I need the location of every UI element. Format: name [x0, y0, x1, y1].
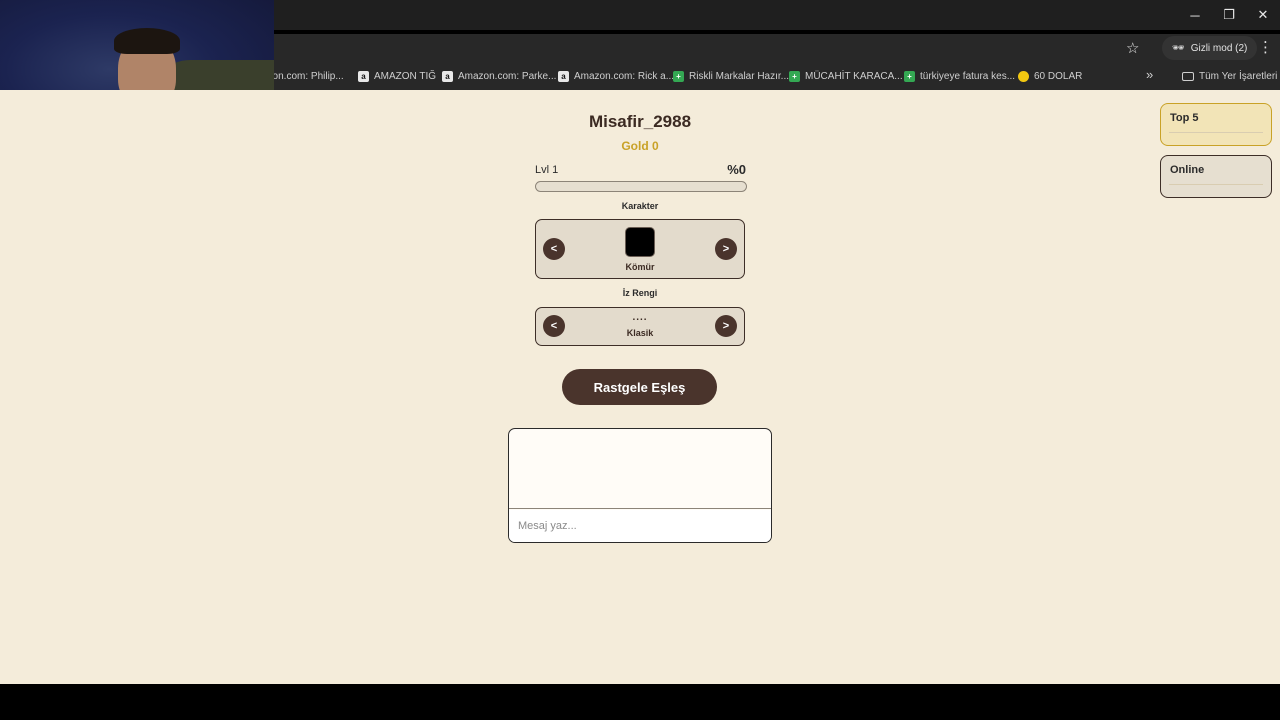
trail-preview: ....	[632, 312, 648, 323]
xp-progress-bar	[535, 181, 747, 192]
amazon-favicon-icon: a	[442, 70, 453, 82]
amazon-favicon-icon: a	[558, 70, 569, 82]
bookmark-item[interactable]: + Riskli Markalar Hazır...	[673, 68, 789, 84]
trail-section-label: İz Rengi	[622, 288, 658, 298]
bookmark-item[interactable]: a AMAZON TIĞ	[358, 68, 436, 84]
minimize-icon[interactable]: ─	[1178, 0, 1212, 30]
incognito-icon: 🕶	[1172, 42, 1185, 54]
character-name: Kömür	[625, 262, 655, 272]
character-prev-button[interactable]: <	[543, 238, 565, 260]
trail-selector: < .... Klasik >	[535, 307, 745, 346]
random-match-button[interactable]: Rastgele Eşleş	[562, 369, 717, 405]
player-level: Lvl 1	[535, 164, 559, 176]
taskbar-strip	[0, 684, 1280, 720]
webcam-person-hair	[114, 28, 180, 54]
divider	[1169, 184, 1263, 185]
window-controls: ─ ❐ ✕	[1178, 0, 1280, 30]
bookmark-label: Amazon.com: Rick a...	[574, 70, 675, 82]
bookmark-item[interactable]: 60 DOLAR	[1018, 68, 1082, 84]
bookmark-label: AMAZON TIĞ	[374, 70, 437, 82]
online-label: Online	[1170, 164, 1205, 176]
divider	[1169, 132, 1263, 133]
trail-name: Klasik	[626, 328, 654, 338]
folder-icon	[1182, 71, 1194, 81]
player-gold: Gold 0	[621, 139, 659, 153]
bookmark-label: türkiyeye fatura kes...	[920, 70, 1016, 82]
coin-favicon-icon	[1018, 70, 1029, 82]
player-username: Misafir_2988	[588, 112, 692, 131]
bookmark-label: Riskli Markalar Hazır...	[689, 70, 790, 82]
online-panel-button[interactable]: Online	[1160, 155, 1272, 198]
character-preview	[625, 227, 655, 257]
character-selector: < Kömür >	[535, 219, 745, 279]
amazon-favicon-icon: a	[358, 70, 369, 82]
sheets-favicon-icon: +	[904, 70, 915, 82]
character-section-label: Karakter	[621, 201, 659, 211]
trail-next-button[interactable]: >	[715, 315, 737, 337]
all-bookmarks-folder[interactable]: Tüm Yer İşaretleri	[1182, 68, 1277, 84]
incognito-indicator[interactable]: 🕶 Gizli mod (2)	[1162, 36, 1258, 60]
bookmark-label: azon.com: Philip...	[262, 70, 344, 82]
bookmark-label: 60 DOLAR	[1034, 70, 1083, 82]
xp-percent: %0	[727, 162, 746, 177]
restore-icon[interactable]: ❐	[1212, 0, 1246, 30]
browser-menu-icon[interactable]: ⋮	[1258, 38, 1273, 56]
bookmark-item[interactable]: azon.com: Philip...	[262, 68, 344, 84]
bookmark-item[interactable]: a Amazon.com: Rick a...	[558, 68, 674, 84]
bookmark-star-icon[interactable]: ☆	[1126, 39, 1139, 57]
character-next-button[interactable]: >	[715, 238, 737, 260]
bookmark-item[interactable]: a Amazon.com: Parke...	[442, 68, 556, 84]
bookmark-label: Amazon.com: Parke...	[458, 70, 557, 82]
top5-label: Top 5	[1170, 112, 1199, 124]
all-bookmarks-label: Tüm Yer İşaretleri	[1199, 70, 1278, 82]
chat-messages[interactable]	[509, 429, 771, 509]
bookmark-item[interactable]: + MÜCAHİT KARACA...	[789, 68, 903, 84]
close-icon[interactable]: ✕	[1246, 0, 1280, 30]
sheets-favicon-icon: +	[789, 70, 800, 82]
bookmarks-overflow-icon[interactable]: »	[1146, 67, 1153, 82]
incognito-label: Gizli mod (2)	[1190, 42, 1248, 54]
sheets-favicon-icon: +	[673, 70, 684, 82]
chat-message-input[interactable]	[509, 510, 771, 542]
game-page: Misafir_2988 Gold 0 Lvl 1 %0 Karakter < …	[0, 90, 1280, 684]
chat-box	[508, 428, 772, 543]
bookmark-label: MÜCAHİT KARACA...	[805, 70, 903, 82]
bookmark-item[interactable]: + türkiyeye fatura kes...	[904, 68, 1015, 84]
top5-panel-button[interactable]: Top 5	[1160, 103, 1272, 146]
